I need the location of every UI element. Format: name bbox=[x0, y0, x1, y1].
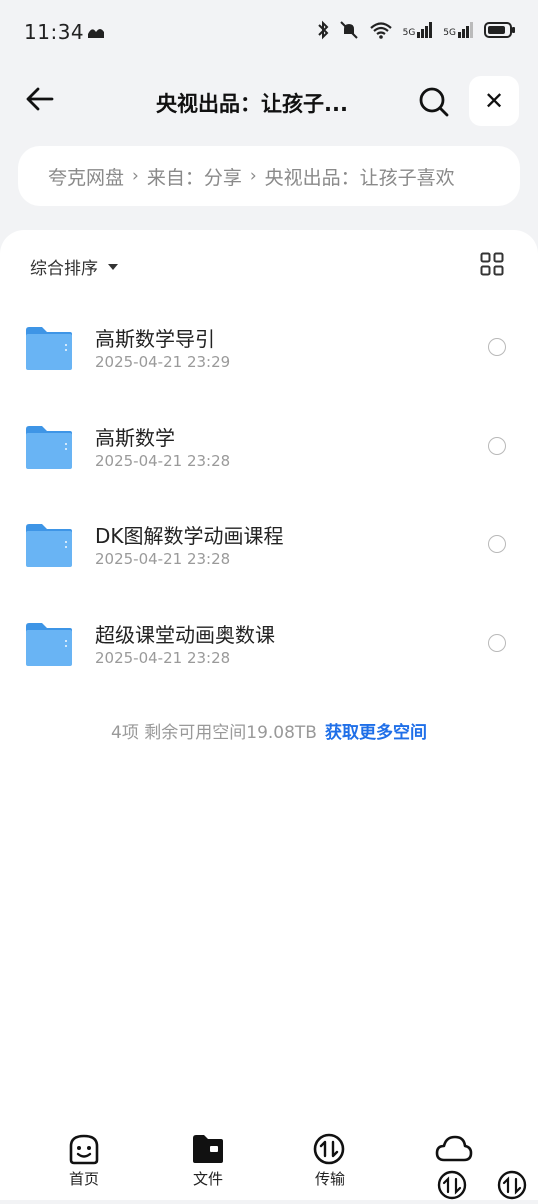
grid-view-button[interactable] bbox=[480, 252, 504, 276]
status-icons: 5G 5G bbox=[317, 20, 516, 40]
select-checkbox[interactable] bbox=[488, 436, 506, 455]
page-title: 央视出品：让孩子... bbox=[156, 92, 348, 116]
breadcrumb-item-root[interactable]: 夸克网盘 bbox=[48, 163, 124, 190]
file-list: 高斯数学导引 2025-04-21 23:29 高斯数学 2025-04-21 … bbox=[0, 300, 538, 694]
close-icon: ✕ bbox=[483, 87, 505, 115]
breadcrumb: 夸克网盘 › 来自：分享 › 央视出品：让孩子喜欢 bbox=[18, 146, 520, 206]
nav-label: 首页 bbox=[68, 1170, 99, 1188]
cloud-icon bbox=[414, 1132, 494, 1166]
file-date: 2025-04-21 23:28 bbox=[95, 550, 231, 568]
back-button[interactable] bbox=[22, 84, 56, 118]
wifi-icon bbox=[369, 20, 393, 40]
nav-item-cloud[interactable] bbox=[414, 1132, 494, 1166]
nav-item-home[interactable]: 首页 bbox=[44, 1132, 124, 1189]
select-checkbox[interactable] bbox=[488, 633, 506, 652]
file-name: DK图解数学动画课程 bbox=[95, 524, 284, 548]
list-item[interactable]: 高斯数学 2025-04-21 23:28 bbox=[0, 399, 538, 498]
list-item[interactable]: 超级课堂动画奥数课 2025-04-21 23:28 bbox=[0, 596, 538, 695]
transfer-icon bbox=[290, 1132, 370, 1166]
file-date: 2025-04-21 23:28 bbox=[95, 451, 231, 470]
folder-icon bbox=[24, 622, 74, 667]
transfer-badge-icon-2 bbox=[496, 1170, 528, 1204]
file-panel: 综合排序 高斯数学导引 2025-04-21 23:29 高斯数学 2025-0… bbox=[0, 230, 538, 1200]
close-button[interactable]: ✕ bbox=[469, 76, 519, 126]
get-more-space-link[interactable]: 获取更多空间 bbox=[325, 723, 427, 743]
sort-dropdown[interactable]: 综合排序 bbox=[30, 254, 118, 279]
list-item[interactable]: 高斯数学导引 2025-04-21 23:29 bbox=[0, 300, 538, 399]
top-bar: 央视出品：让孩子... ✕ bbox=[0, 70, 538, 132]
file-name: 高斯数学导引 bbox=[95, 327, 215, 351]
breadcrumb-item-share[interactable]: 来自：分享 bbox=[147, 163, 242, 190]
search-icon bbox=[416, 87, 452, 124]
file-name: 超级课堂动画奥数课 bbox=[95, 622, 275, 647]
nav-label: 文件 bbox=[192, 1170, 223, 1188]
folder-icon bbox=[168, 1132, 248, 1166]
file-date: 2025-04-21 23:28 bbox=[95, 648, 231, 667]
list-item[interactable]: DK图解数学动画课程 2025-04-21 23:28 bbox=[0, 497, 538, 596]
sort-label: 综合排序 bbox=[30, 259, 98, 279]
app-notification-icon bbox=[86, 24, 106, 46]
bottom-nav: 首页 文件 传输 bbox=[0, 1128, 538, 1200]
bluetooth-icon bbox=[317, 20, 329, 40]
signal-icon-2: 5G bbox=[443, 22, 474, 38]
caret-down-icon bbox=[108, 263, 118, 270]
folder-icon bbox=[24, 326, 74, 371]
grid-icon bbox=[480, 252, 504, 280]
select-checkbox[interactable] bbox=[488, 535, 506, 553]
nav-label: 传输 bbox=[314, 1170, 345, 1188]
signal-icon: 5G bbox=[403, 22, 434, 38]
folder-icon bbox=[24, 425, 74, 470]
transfer-badge-icon bbox=[436, 1170, 468, 1204]
select-checkbox[interactable] bbox=[488, 338, 506, 356]
nav-item-files[interactable]: 文件 bbox=[168, 1132, 248, 1189]
status-bar: 11:34 5G 5G bbox=[0, 0, 538, 68]
storage-summary-text: 4项 剩余可用空间19.08TB bbox=[111, 723, 317, 743]
breadcrumb-item-current: 央视出品：让孩子喜欢 bbox=[264, 166, 455, 189]
breadcrumb-separator: › bbox=[249, 166, 257, 186]
home-face-icon bbox=[44, 1132, 124, 1166]
folder-icon bbox=[24, 523, 74, 568]
search-button[interactable] bbox=[416, 84, 452, 120]
nav-item-transfer[interactable]: 传输 bbox=[290, 1132, 370, 1189]
file-date: 2025-04-21 23:29 bbox=[95, 353, 231, 371]
arrow-left-icon bbox=[24, 86, 54, 116]
file-name: 高斯数学 bbox=[95, 425, 175, 450]
breadcrumb-separator: › bbox=[132, 166, 139, 186]
battery-icon bbox=[484, 21, 516, 39]
mute-bell-icon bbox=[339, 20, 359, 40]
status-time: 11:34 bbox=[24, 20, 85, 44]
storage-summary: 4项 剩余可用空间19.08TB 获取更多空间 bbox=[0, 718, 538, 743]
